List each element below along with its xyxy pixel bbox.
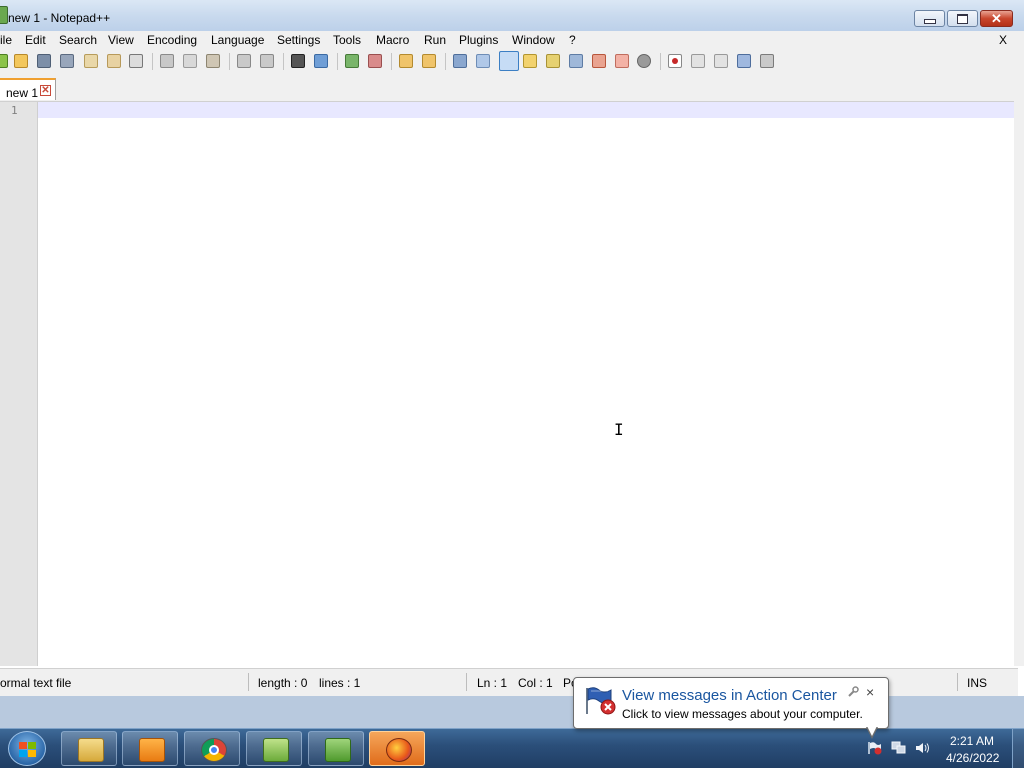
taskbar-notepad-plus-plus[interactable] [246,731,302,766]
wrench-icon[interactable] [847,686,859,698]
paste-icon[interactable] [206,54,220,68]
save-all-icon[interactable] [60,54,74,68]
taskbar-chrome[interactable] [184,731,240,766]
close-button[interactable]: ✕ [980,10,1013,27]
redo-icon[interactable] [260,54,274,68]
zoom-out-icon[interactable] [368,54,382,68]
folder-icon [78,738,104,762]
clock-time[interactable]: 2:21 AM [950,734,994,748]
save-macro-icon[interactable] [760,54,774,68]
status-file-type: ormal text file [0,676,72,690]
maximize-button[interactable] [947,10,978,27]
new-file-icon[interactable] [0,54,8,68]
undo-icon[interactable] [237,54,251,68]
open-file-icon[interactable] [14,54,28,68]
gvim-icon [325,738,351,762]
menu-settings[interactable]: Settings [277,33,320,47]
tab-close-icon[interactable]: ✕ [40,85,51,96]
folder-workspace-icon[interactable] [523,54,537,68]
title-bar[interactable] [0,0,1024,32]
copy-icon[interactable] [183,54,197,68]
toolbar [0,49,1024,74]
play-macro-icon[interactable] [714,54,728,68]
notification-close-icon[interactable]: × [866,684,874,700]
volume-icon[interactable] [915,741,930,755]
line-number-gutter [0,102,38,666]
windows-logo-icon [19,742,27,749]
cut-icon[interactable] [160,54,174,68]
notification-body[interactable]: Click to view messages about your comput… [622,707,863,721]
menu-window[interactable]: Window [512,33,555,47]
line-number: 1 [11,104,18,117]
menu-view[interactable]: View [108,33,134,47]
status-line: Ln : 1 [477,676,508,690]
run-macro-multiple-icon[interactable] [737,54,751,68]
replace-icon[interactable] [314,54,328,68]
close-icon: ✕ [991,11,1002,26]
start-button[interactable] [8,731,46,766]
document-list-icon[interactable] [569,54,583,68]
function-list-icon[interactable] [592,54,606,68]
notepad-plus-plus-icon [263,738,289,762]
menu-language[interactable]: Language [211,33,264,47]
show-desktop-button[interactable] [1012,729,1024,768]
text-cursor-icon: I [614,420,624,439]
monitoring-icon[interactable] [637,54,651,68]
network-icon[interactable] [891,741,906,755]
vertical-scrollbar[interactable] [1014,101,1024,666]
action-center-flag-icon [586,687,616,715]
taskbar-firefox[interactable] [369,731,425,766]
sync-vertical-icon[interactable] [399,54,413,68]
menu-bar: ile Edit Search View Encoding Language S… [0,31,1024,49]
sync-horizontal-icon[interactable] [422,54,436,68]
chrome-icon [201,738,227,762]
maximize-icon [957,13,968,24]
save-icon[interactable] [37,54,51,68]
clock-date[interactable]: 4/26/2022 [946,751,999,765]
taskbar-explorer[interactable] [61,731,117,766]
notification-title[interactable]: View messages in Action Center [622,687,837,704]
status-column: Col : 1 [518,676,553,690]
print-icon[interactable] [129,54,143,68]
menu-help[interactable]: ? [569,33,576,47]
close-all-icon[interactable] [107,54,121,68]
word-wrap-icon[interactable] [453,54,467,68]
menu-plugins[interactable]: Plugins [459,33,498,47]
menu-search[interactable]: Search [59,33,97,47]
menu-encoding[interactable]: Encoding [147,33,197,47]
folder-as-workspace-icon[interactable] [615,54,629,68]
minimize-icon [923,19,936,24]
menu-edit[interactable]: Edit [25,33,46,47]
close-file-icon[interactable] [84,54,98,68]
menu-macro[interactable]: Macro [376,33,409,47]
notepad-plus-plus-icon [0,6,8,24]
window-title: new 1 - Notepad++ [8,11,111,25]
document-map-icon[interactable] [546,54,560,68]
taskbar-gvim[interactable] [308,731,364,766]
firefox-icon [386,738,412,762]
taskbar-media-player[interactable] [122,731,178,766]
current-line-highlight [38,102,1014,118]
indent-guide-icon[interactable] [499,51,519,71]
zoom-in-icon[interactable] [345,54,359,68]
menu-run[interactable]: Run [424,33,446,47]
tab-label: new 1 [6,86,39,100]
record-macro-icon[interactable] [668,54,682,68]
media-player-icon [139,738,165,762]
menu-tools[interactable]: Tools [333,33,361,47]
status-lines: lines : 1 [319,676,361,690]
stop-macro-icon[interactable] [691,54,705,68]
find-icon[interactable] [291,54,305,68]
tab-bar [0,74,1024,102]
close-document-button[interactable]: X [999,33,1007,47]
status-length: length : 0 [258,676,308,690]
minimize-button[interactable] [914,10,945,27]
action-center-flag-icon[interactable] [868,741,882,755]
editor-area[interactable] [0,101,1014,667]
menu-file[interactable]: ile [0,33,12,47]
status-insert-mode[interactable]: INS [967,676,987,690]
tab-new-1[interactable]: new 1 ✕ [0,78,56,100]
show-all-characters-icon[interactable] [476,54,490,68]
